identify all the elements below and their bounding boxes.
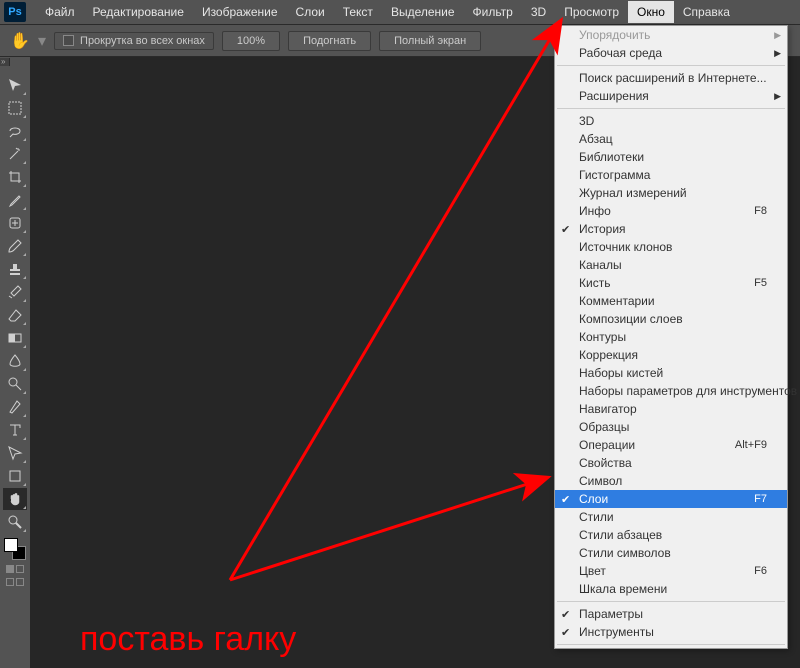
menubar: Ps ФайлРедактированиеИзображениеСлоиТекс…	[0, 0, 800, 25]
menu-separator	[557, 108, 785, 109]
menu-item-справка[interactable]: Справка	[674, 1, 739, 23]
tools-panel	[0, 70, 30, 594]
fit-screen-button[interactable]: Подогнать	[288, 31, 371, 51]
menu-item-фильтр[interactable]: Фильтр	[464, 1, 522, 23]
menu-entry-коррекция[interactable]: Коррекция	[555, 346, 787, 364]
menu-separator	[557, 65, 785, 66]
menu-entry-история[interactable]: ✔История	[555, 220, 787, 238]
type-tool[interactable]	[3, 419, 27, 441]
stamp-tool[interactable]	[3, 258, 27, 280]
eyedrop-tool[interactable]	[3, 189, 27, 211]
color-swatches[interactable]	[4, 538, 26, 560]
brush-tool[interactable]	[3, 235, 27, 257]
eraser-tool[interactable]	[3, 304, 27, 326]
menu-entry-3d[interactable]: 3D	[555, 112, 787, 130]
menu-entry-поиск-расширений-в-интернете...[interactable]: Поиск расширений в Интернете...	[555, 69, 787, 87]
menu-entry-символ[interactable]: Символ	[555, 472, 787, 490]
menu-entry-слои[interactable]: ✔СлоиF7	[555, 490, 787, 508]
menu-entry-комментарии[interactable]: Комментарии	[555, 292, 787, 310]
menu-entry-параметры[interactable]: ✔Параметры	[555, 605, 787, 623]
hand-tool[interactable]	[3, 488, 27, 510]
menu-entry-операции[interactable]: ОперацииAlt+F9	[555, 436, 787, 454]
screen-mode-toggle[interactable]	[4, 578, 26, 588]
menu-item-выделение[interactable]: Выделение	[382, 1, 464, 23]
path-tool[interactable]	[3, 442, 27, 464]
zoom-100-button[interactable]: 100%	[222, 31, 280, 51]
history-tool[interactable]	[3, 281, 27, 303]
menu-entry-расширения[interactable]: Расширения▶	[555, 87, 787, 105]
menu-item-файл[interactable]: Файл	[36, 1, 84, 23]
menu-item-слои[interactable]: Слои	[287, 1, 334, 23]
menu-item-окно[interactable]: Окно	[628, 1, 674, 23]
menu-entry-цвет[interactable]: ЦветF6	[555, 562, 787, 580]
menu-entry-библиотеки[interactable]: Библиотеки	[555, 148, 787, 166]
menu-entry-абзац[interactable]: Абзац	[555, 130, 787, 148]
menu-entry-каналы[interactable]: Каналы	[555, 256, 787, 274]
menu-item-текст[interactable]: Текст	[334, 1, 382, 23]
menu-entry-источник-клонов[interactable]: Источник клонов	[555, 238, 787, 256]
menu-entry-инструменты[interactable]: ✔Инструменты	[555, 623, 787, 641]
app-logo: Ps	[4, 2, 26, 22]
menu-entry-упорядочить: Упорядочить▶	[555, 26, 787, 44]
window-menu-dropdown: Упорядочить▶Рабочая среда▶ Поиск расширен…	[554, 25, 788, 649]
menu-entry-инфо[interactable]: ИнфоF8	[555, 202, 787, 220]
menu-separator	[557, 644, 785, 645]
hand-tool-preset-icon[interactable]: ✋	[10, 31, 30, 51]
zoom-tool[interactable]	[3, 511, 27, 533]
move-tool[interactable]	[3, 74, 27, 96]
menu-entry-свойства[interactable]: Свойства	[555, 454, 787, 472]
blur-tool[interactable]	[3, 350, 27, 372]
menu-entry-навигатор[interactable]: Навигатор	[555, 400, 787, 418]
menu-entry-гистограмма[interactable]: Гистограмма	[555, 166, 787, 184]
scroll-all-windows-checkbox[interactable]: Прокрутка во всех окнах	[54, 32, 214, 50]
menu-entry-стили[interactable]: Стили	[555, 508, 787, 526]
heal-tool[interactable]	[3, 212, 27, 234]
dodge-tool[interactable]	[3, 373, 27, 395]
quick-mask-toggle[interactable]	[4, 565, 26, 575]
menu-separator	[557, 601, 785, 602]
lasso-tool[interactable]	[3, 120, 27, 142]
menu-entry-кисть[interactable]: КистьF5	[555, 274, 787, 292]
menu-entry-композиции-слоев[interactable]: Композиции слоев	[555, 310, 787, 328]
pen-tool[interactable]	[3, 396, 27, 418]
menu-entry-рабочая-среда[interactable]: Рабочая среда▶	[555, 44, 787, 62]
marquee-tool[interactable]	[3, 97, 27, 119]
shape-tool[interactable]	[3, 465, 27, 487]
menu-entry-журнал-измерений[interactable]: Журнал измерений	[555, 184, 787, 202]
collapsed-panels-toggle[interactable]	[0, 58, 10, 66]
menu-item-3d[interactable]: 3D	[522, 1, 555, 23]
menu-entry-контуры[interactable]: Контуры	[555, 328, 787, 346]
crop-tool[interactable]	[3, 166, 27, 188]
menu-item-изображение[interactable]: Изображение	[193, 1, 287, 23]
gradient-tool[interactable]	[3, 327, 27, 349]
menu-item-просмотр[interactable]: Просмотр	[555, 1, 628, 23]
checkbox-label: Прокрутка во всех окнах	[80, 35, 205, 47]
menu-item-редактирование[interactable]: Редактирование	[84, 1, 193, 23]
menu-entry-шкала-времени[interactable]: Шкала времени	[555, 580, 787, 598]
menu-entry-стили-символов[interactable]: Стили символов	[555, 544, 787, 562]
menu-entry-наборы-параметров-для-инструментов[interactable]: Наборы параметров для инструментов	[555, 382, 787, 400]
full-screen-button[interactable]: Полный экран	[379, 31, 481, 51]
menu-entry-наборы-кистей[interactable]: Наборы кистей	[555, 364, 787, 382]
wand-tool[interactable]	[3, 143, 27, 165]
menu-entry-образцы[interactable]: Образцы	[555, 418, 787, 436]
menu-entry-стили-абзацев[interactable]: Стили абзацев	[555, 526, 787, 544]
